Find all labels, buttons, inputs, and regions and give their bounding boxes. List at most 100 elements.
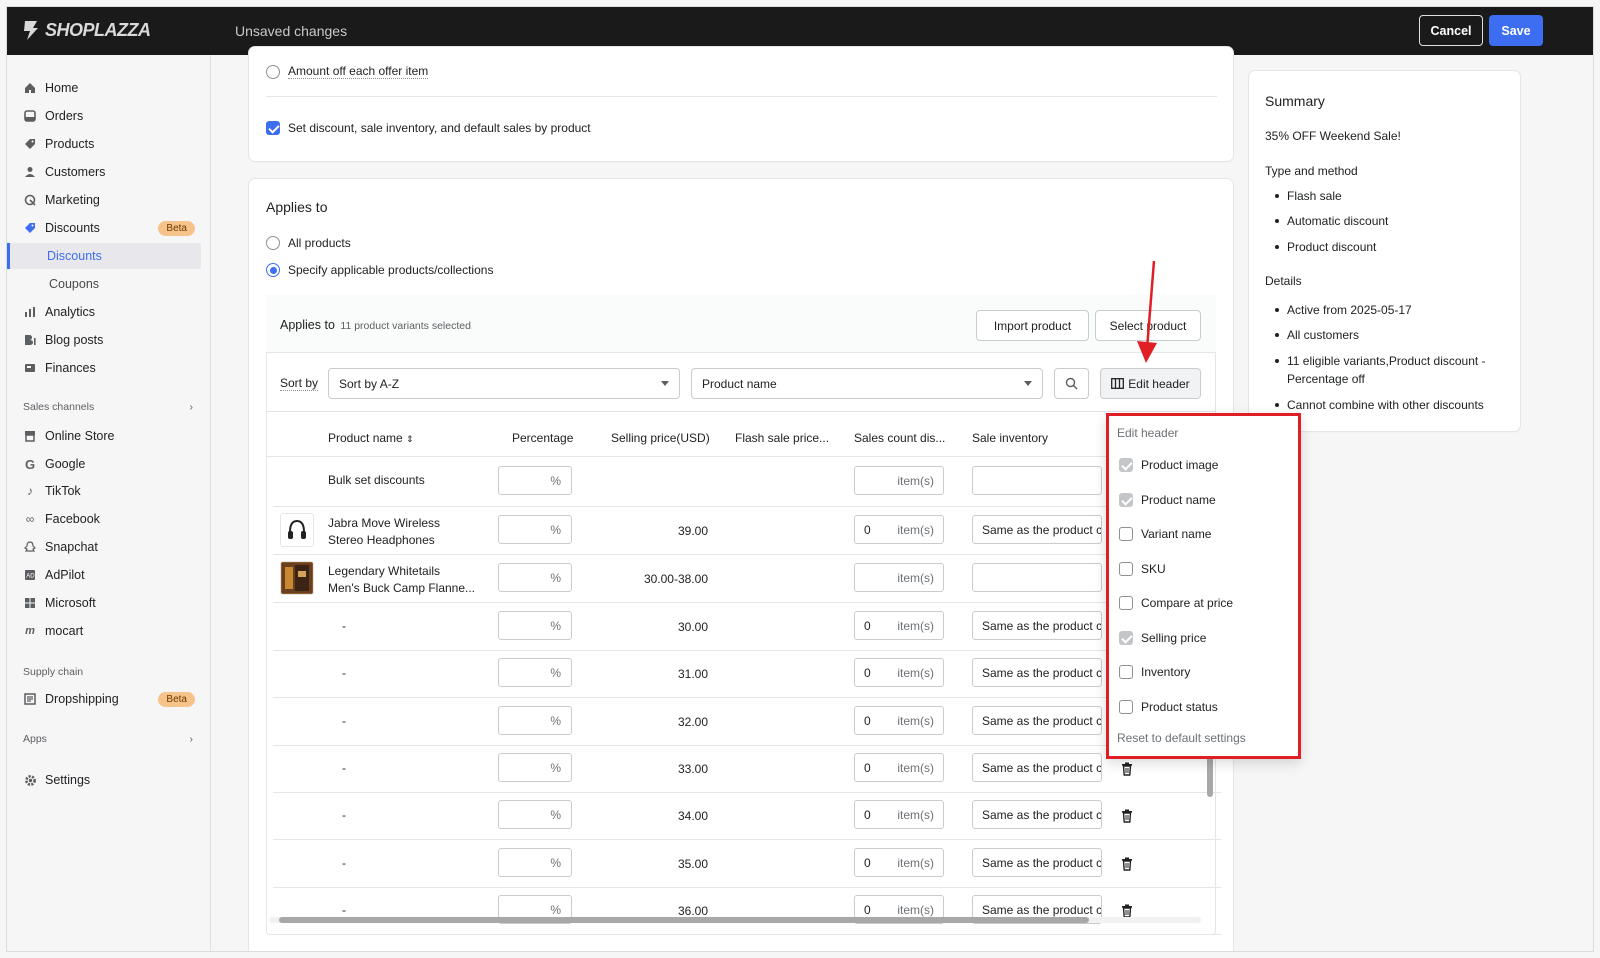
reset-default-link[interactable]: Reset to default settings [1117, 731, 1246, 745]
trash-icon[interactable] [1121, 857, 1133, 871]
bulk-percentage-input[interactable]: % [498, 466, 572, 495]
header-option[interactable]: Product image [1119, 458, 1218, 472]
trash-icon[interactable] [1121, 809, 1133, 823]
percentage-input[interactable]: % [498, 753, 572, 782]
sales-count-input[interactable]: item(s) [854, 563, 944, 592]
header-option[interactable]: Inventory [1119, 665, 1190, 679]
sales-count-input[interactable]: 0 item(s) [854, 753, 944, 782]
sidebar-item-finances[interactable]: Finances [7, 355, 201, 381]
sidebar-item-marketing[interactable]: Marketing [7, 187, 201, 213]
sale-inventory-select[interactable]: Same as the product cu [972, 753, 1102, 782]
summary-discount-name: 35% OFF Weekend Sale! [1265, 129, 1401, 143]
sidebar-item-tiktok[interactable]: ♪ TikTok [7, 478, 201, 504]
percentage-input[interactable]: % [498, 563, 572, 592]
sidebar-item-customers[interactable]: Customers [7, 159, 201, 185]
percentage-input[interactable]: % [498, 848, 572, 877]
apps-section[interactable]: Apps › [23, 733, 193, 745]
sidebar-item-adpilot[interactable]: AD AdPilot [7, 562, 201, 588]
trash-icon[interactable] [1121, 762, 1133, 776]
amount-off-option[interactable]: Amount off each offer item [266, 64, 429, 79]
header-option[interactable]: SKU [1119, 561, 1166, 576]
horizontal-scrollbar[interactable] [269, 917, 1201, 923]
sidebar-item-microsoft[interactable]: Microsoft [7, 590, 201, 616]
header-option-checkbox[interactable] [1119, 596, 1133, 610]
sales-count-input[interactable]: 0 item(s) [854, 706, 944, 735]
sidebar-subitem-discounts[interactable]: Discounts [7, 243, 201, 269]
unsaved-status: Unsaved changes [235, 23, 348, 39]
percent-suffix: % [550, 807, 561, 822]
import-product-button[interactable]: Import product [976, 310, 1089, 341]
sidebar-item-facebook[interactable]: ∞ Facebook [7, 506, 201, 532]
header-option-checkbox[interactable] [1119, 630, 1133, 645]
sidebar-item-analytics[interactable]: Analytics [7, 299, 201, 325]
sales-count-input[interactable]: 0 item(s) [854, 848, 944, 877]
search-button[interactable] [1054, 368, 1089, 399]
sales-count-input[interactable]: 0 item(s) [854, 611, 944, 640]
header-option[interactable]: Compare at price [1119, 596, 1233, 610]
header-option[interactable]: Variant name [1119, 527, 1211, 541]
cancel-button[interactable]: Cancel [1419, 15, 1483, 46]
sidebar-item-dropshipping[interactable]: Dropshipping Beta [7, 686, 201, 712]
items-suffix: item(s) [897, 473, 934, 488]
sale-inventory-select[interactable] [972, 563, 1102, 592]
sales-count-input[interactable]: 0 item(s) [854, 515, 944, 544]
sidebar-item-label: TikTok [45, 484, 81, 498]
header-option-checkbox[interactable] [1119, 458, 1133, 472]
save-button[interactable]: Save [1489, 15, 1543, 46]
specify-products-label: Specify applicable products/collections [288, 263, 494, 277]
sidebar-item-home[interactable]: Home [7, 75, 201, 101]
sales-count-input[interactable]: 0 item(s) [854, 658, 944, 687]
sale-inventory-select[interactable]: Same as the product cu [972, 848, 1102, 877]
sales-channels-section[interactable]: Sales channels › [23, 401, 193, 413]
sidebar-item-mocart[interactable]: m mocart [7, 618, 201, 644]
sort-select[interactable]: Sort by A-Z [328, 368, 680, 399]
bulk-inventory-input[interactable] [972, 466, 1102, 495]
edit-header-button[interactable]: Edit header [1100, 368, 1201, 399]
sidebar-subitem-coupons[interactable]: Coupons [7, 271, 201, 297]
sidebar-item-blog-posts[interactable]: Blog posts [7, 327, 201, 353]
header-option-checkbox[interactable] [1119, 699, 1133, 714]
percentage-input[interactable]: % [498, 515, 572, 544]
sale-inventory-select[interactable]: Same as the product cu [972, 800, 1102, 829]
sidebar-item-settings[interactable]: Settings [7, 767, 201, 793]
trash-icon[interactable] [1121, 904, 1133, 918]
all-products-radio[interactable] [266, 236, 280, 250]
header-option-label: Variant name [1141, 527, 1212, 541]
sale-inventory-select[interactable]: Same as the product c [972, 515, 1102, 544]
header-option[interactable]: Product status [1119, 699, 1218, 714]
amount-off-radio[interactable] [266, 64, 280, 79]
scrollbar-thumb[interactable] [279, 917, 1089, 923]
specify-products-radio[interactable] [266, 263, 280, 277]
sale-inventory-select[interactable]: Same as the product c [972, 706, 1102, 735]
header-option-checkbox[interactable] [1119, 561, 1133, 576]
edit-header-label: Edit header [1128, 376, 1190, 391]
set-by-product-checkbox[interactable] [266, 121, 280, 135]
header-option-checkbox[interactable] [1119, 665, 1133, 679]
filter-field-select[interactable]: Product name [691, 368, 1043, 399]
sale-inventory-select[interactable]: Same as the product c [972, 611, 1102, 640]
sidebar-item-orders[interactable]: Orders [7, 103, 201, 129]
header-option[interactable]: Product name [1119, 492, 1216, 507]
percentage-input[interactable]: % [498, 658, 572, 687]
set-by-product-option[interactable]: Set discount, sale inventory, and defaul… [266, 121, 591, 135]
all-products-option[interactable]: All products [266, 236, 351, 250]
logo-text: SHOPLAZZA [45, 19, 151, 40]
sidebar-item-online-store[interactable]: Online Store [7, 423, 201, 449]
sale-inventory-select[interactable]: Same as the product c [972, 658, 1102, 687]
sidebar-item-products[interactable]: Products [7, 131, 201, 157]
col-product-name[interactable]: Product name ⇕ [328, 431, 414, 445]
percentage-input[interactable]: % [498, 611, 572, 640]
sidebar-item-discounts[interactable]: Discounts Beta [7, 215, 201, 241]
header-option-checkbox[interactable] [1119, 492, 1133, 507]
analytics-icon [23, 305, 37, 319]
percentage-input[interactable]: % [498, 800, 572, 829]
sidebar-item-google[interactable]: G Google [7, 451, 201, 477]
sales-count-input[interactable]: 0 item(s) [854, 800, 944, 829]
sidebar-item-snapchat[interactable]: Snapchat [7, 534, 201, 560]
header-option-checkbox[interactable] [1119, 527, 1133, 541]
bulk-count-input[interactable]: item(s) [854, 466, 944, 495]
header-option[interactable]: Selling price [1119, 630, 1206, 645]
percentage-input[interactable]: % [498, 706, 572, 735]
specify-products-option[interactable]: Specify applicable products/collections [266, 263, 493, 277]
search-icon [1065, 377, 1078, 390]
